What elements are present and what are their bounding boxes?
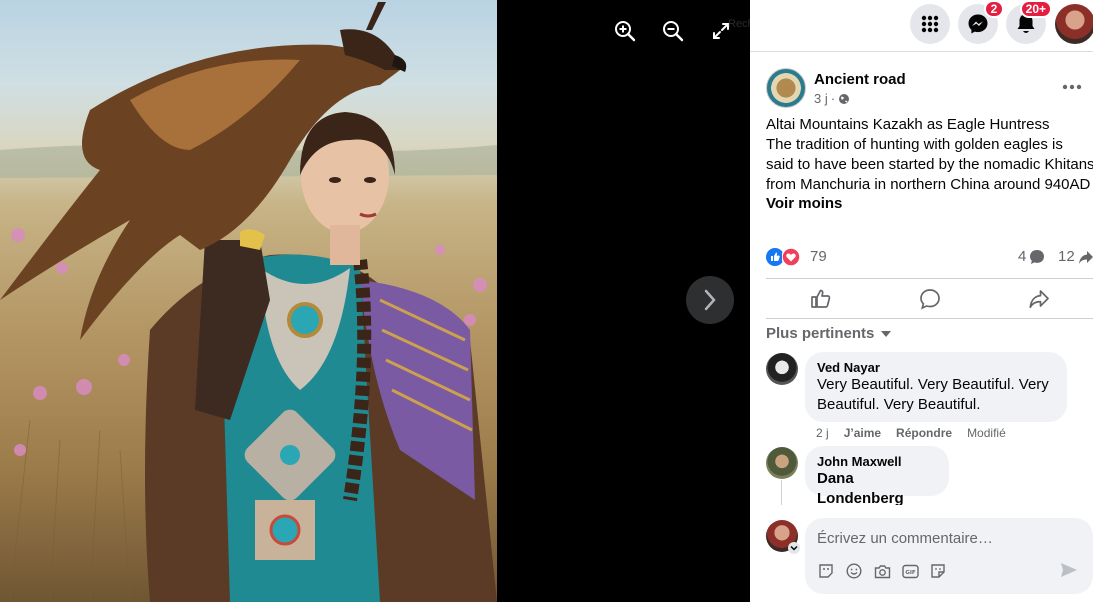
top-navigation: 2 20+ [750,0,1093,52]
share-count[interactable]: 12 [1058,248,1093,265]
post-photo[interactable] [0,0,497,602]
share-button[interactable] [984,280,1093,317]
notifications-button[interactable]: 20+ [1006,0,1052,44]
sticker-icon [931,564,945,578]
notifications-badge: 20+ [1019,0,1052,18]
post-actions [766,280,1093,317]
page-avatar[interactable] [766,68,806,108]
comment-author[interactable]: Ved Nayar [817,360,1055,375]
sticker-button[interactable] [929,562,947,580]
media-viewer: Rechercher dans Facebook [0,0,750,602]
send-icon [1061,563,1077,577]
see-less-link[interactable]: Voir moins [766,195,842,212]
grid-menu-icon [921,15,939,33]
thumbs-up-icon [810,289,830,308]
zoom-out-button[interactable] [656,14,690,48]
comment-sort-dropdown[interactable]: Plus pertinents [766,325,892,342]
comment-reply-link[interactable]: Répondre [896,426,952,440]
gif-icon: GIF [901,564,919,578]
menu-button[interactable] [910,4,950,44]
meta-separator: · [830,91,836,106]
zoom-out-icon [663,21,684,42]
avatar-sticker-button[interactable] [817,562,835,580]
share-icon [1028,289,1049,308]
post-options-button[interactable] [1062,74,1090,98]
photo-button[interactable] [873,562,891,580]
divider [766,278,1093,279]
comment-meta: 2 j J’aime Répondre Modifié [816,426,1006,440]
messenger-badge: 2 [984,0,1004,18]
comment-text-line: Beautiful. Very Beautiful. [817,396,981,413]
share-arrow-icon [1078,250,1093,264]
comment-time[interactable]: 2 j [816,426,829,440]
comment-tagged-name[interactable]: Dana Londenberg [817,469,937,509]
camera-icon [874,564,890,578]
share-count-value: 12 [1058,248,1075,265]
smiley-icon [846,563,862,579]
account-avatar[interactable] [1055,4,1093,44]
comment-text-line: Very Beautiful. Very Beautiful. Very [817,376,1049,393]
zoom-in-button[interactable] [608,14,642,48]
post-meta: 3 j · [814,91,850,106]
comment-bubble-icon [1030,249,1045,264]
emoji-button[interactable] [845,562,863,580]
viewer-toolbar [608,14,738,48]
comment-bubble: Ved Nayar Very Beautiful. Very Beautiful… [805,352,1067,422]
globe-icon [839,93,850,104]
composer-avatar[interactable] [766,520,800,554]
comment-author[interactable]: John Maxwell [817,454,937,469]
post-text: Altai Mountains Kazakh as Eagle Huntress… [766,115,1093,195]
composer-tools: GIF [817,562,947,580]
zoom-in-icon [615,21,636,42]
photo-illustration [0,2,497,602]
comment-input[interactable] [817,528,1077,548]
search-hint-text: Rechercher dans Facebook [728,18,750,30]
commenter-avatar[interactable] [766,447,798,479]
comment-count-value: 4 [1018,248,1027,265]
comment-icon [919,288,940,310]
chevron-down-icon [788,542,800,554]
reactions-summary: 79 4 12 [766,247,1093,267]
post-text-line: The tradition of hunting with golden eag… [766,136,1063,153]
post-text-line: Altai Mountains Kazakh as Eagle Huntress [766,116,1050,133]
comment-count[interactable]: 4 [1018,248,1045,265]
reaction-icons[interactable] [766,248,800,266]
avatar-sticker-icon [819,564,833,578]
post-text-line: from Manchuria in northern China around … [766,176,1091,193]
post-header: Ancient road 3 j · [766,68,1086,112]
comment-composer: GIF [805,518,1093,594]
next-photo-button[interactable] [686,276,734,324]
commenter-avatar[interactable] [766,353,798,385]
comment-button[interactable] [875,280,984,317]
comment-bubble: John Maxwell Dana Londenberg [805,446,949,507]
messenger-icon [968,14,988,34]
love-reaction-icon [782,248,800,266]
post-text-line: said to have been started by the nomadic… [766,156,1093,173]
svg-text:GIF: GIF [905,570,916,576]
scroll-mask [750,505,1093,515]
like-button[interactable] [766,280,875,317]
page-name[interactable]: Ancient road [814,71,906,88]
more-dots-icon [1062,84,1082,90]
reaction-count[interactable]: 79 [810,248,827,265]
photo-viewer-page: Rechercher dans Facebook [0,0,1093,602]
comment-like-link[interactable]: J’aime [844,426,881,440]
post-time[interactable]: 3 j [814,91,828,106]
comment-edited-label: Modifié [967,426,1006,440]
gif-button[interactable]: GIF [901,562,919,580]
sort-label: Plus pertinents [766,325,875,342]
chevron-right-icon [704,289,716,311]
caret-down-icon [881,330,892,337]
divider [766,318,1093,319]
post-side-panel: 2 20+ Ancient road 3 j · Altai Mountains… [750,0,1093,602]
send-comment-button[interactable] [1060,562,1078,583]
messenger-button[interactable]: 2 [958,0,1004,44]
